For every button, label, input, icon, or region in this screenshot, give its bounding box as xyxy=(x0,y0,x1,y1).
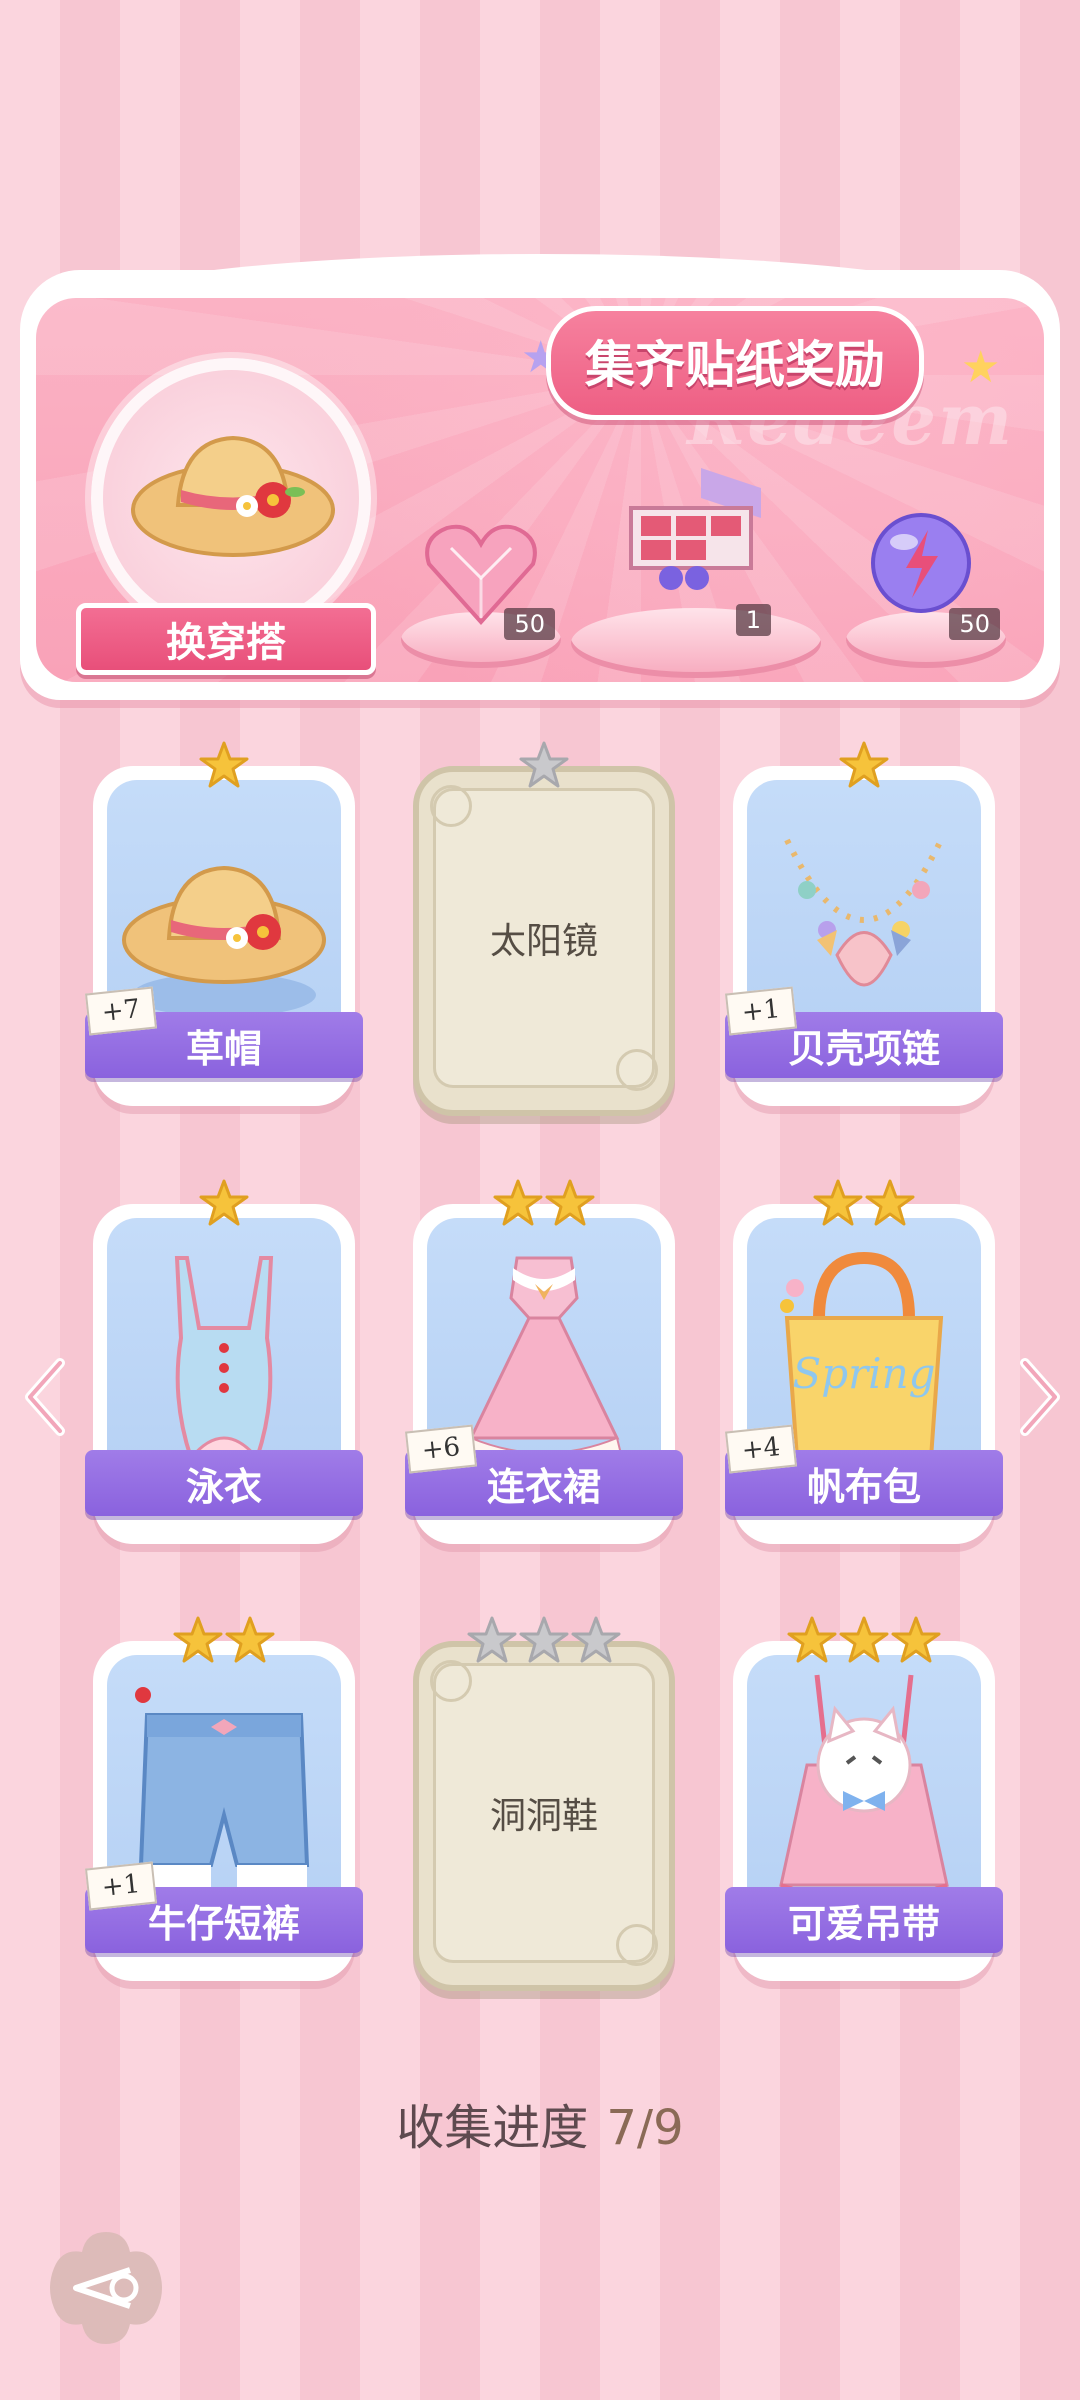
locked-sticker-placeholder: 太阳镜 xyxy=(430,785,658,1091)
star-icon xyxy=(571,1616,621,1663)
reward-heart-gem[interactable]: 50 xyxy=(401,478,561,668)
sticker-card-clogs[interactable]: 洞洞鞋 xyxy=(413,1615,675,1991)
star-icon xyxy=(199,741,249,788)
sticker-reward-panel: Redeem ★ ★ 集齐贴纸奖励 换穿搭 xyxy=(20,254,1060,700)
card-label: 太阳镜 xyxy=(489,921,598,962)
progress-label: 收集进度 xyxy=(396,2100,589,2156)
reward-title: 集齐贴纸奖励 xyxy=(546,306,924,420)
reward-banner: Redeem ★ ★ 集齐贴纸奖励 换穿搭 xyxy=(36,298,1044,682)
card-label-bar: 可爱吊带 xyxy=(725,1887,1003,1953)
gold-star-icon: ★ xyxy=(961,342,1001,393)
star-icon xyxy=(519,741,569,788)
svg-text:Spring: Spring xyxy=(792,1349,935,1398)
star-icon xyxy=(787,1616,837,1663)
star-icon xyxy=(173,1616,223,1663)
card-label-bar: 泳衣 xyxy=(85,1450,363,1516)
sticker-card-straw-hat[interactable]: 草帽 +7 xyxy=(84,740,363,1106)
reward-count: 50 xyxy=(949,608,1000,640)
star-rating xyxy=(733,1615,995,1671)
duplicate-count-badge: +1 xyxy=(84,1861,158,1911)
star-rating xyxy=(413,740,675,796)
star-rating xyxy=(93,1615,355,1671)
star-icon xyxy=(891,1616,941,1663)
reward-count: 50 xyxy=(504,608,555,640)
reward-count: 1 xyxy=(735,604,771,636)
swimsuit-icon xyxy=(174,1256,274,1460)
back-button[interactable] xyxy=(46,2228,166,2348)
next-page-arrow[interactable] xyxy=(1015,1355,1065,1439)
sticker-card-sunglasses[interactable]: 太阳镜 xyxy=(413,740,675,1116)
cute-camisole-icon xyxy=(779,1674,949,1902)
sticker-card-cute-camisole[interactable]: 可爱吊带 xyxy=(725,1615,1003,1981)
star-icon xyxy=(839,1616,889,1663)
star-icon xyxy=(225,1616,275,1663)
sticker-image xyxy=(747,1655,981,1923)
card-label: 帆布包 xyxy=(806,1463,921,1509)
collection-progress: 收集进度 7/9 xyxy=(0,2088,1080,2158)
gift-box-icon xyxy=(629,468,761,590)
star-icon xyxy=(199,1179,249,1226)
sticker-card-canvas-bag[interactable]: Spring 帆布包 +4 xyxy=(724,1178,1003,1544)
star-icon xyxy=(865,1179,915,1226)
progress-value: 7/9 xyxy=(606,2100,684,2156)
card-label: 泳衣 xyxy=(185,1463,262,1509)
sticker-image xyxy=(107,1218,341,1486)
card-label: 草帽 xyxy=(185,1025,262,1071)
star-icon xyxy=(813,1179,863,1226)
duplicate-count-badge: +7 xyxy=(84,986,158,1036)
prev-page-arrow[interactable] xyxy=(20,1355,70,1439)
duplicate-count-badge: +1 xyxy=(724,986,798,1036)
pedestal xyxy=(571,608,821,678)
star-icon xyxy=(467,1616,517,1663)
star-rating xyxy=(733,740,995,796)
energy-orb-icon xyxy=(871,513,971,613)
outfit-avatar[interactable] xyxy=(91,358,371,638)
duplicate-count-badge: +4 xyxy=(724,1424,798,1474)
star-icon xyxy=(493,1179,543,1226)
locked-sticker-placeholder: 洞洞鞋 xyxy=(430,1660,658,1966)
star-rating xyxy=(733,1178,995,1234)
card-label: 连衣裙 xyxy=(486,1463,601,1509)
card-label: 牛仔短裤 xyxy=(147,1900,300,1946)
star-icon xyxy=(545,1179,595,1226)
reward-energy-orb[interactable]: 50 xyxy=(846,478,1006,668)
sticker-card-dress[interactable]: 连衣裙 +6 xyxy=(404,1178,683,1544)
sticker-card-denim-shorts[interactable]: 牛仔短裤 +1 xyxy=(84,1615,363,1981)
star-icon xyxy=(519,1616,569,1663)
straw-hat-icon xyxy=(131,435,335,557)
reward-gift-box[interactable]: 1 xyxy=(571,458,821,678)
star-icon xyxy=(839,741,889,788)
star-rating xyxy=(93,1178,355,1234)
star-rating xyxy=(413,1178,675,1234)
sticker-card-swimsuit[interactable]: 泳衣 xyxy=(85,1178,363,1544)
card-label: 洞洞鞋 xyxy=(489,1796,598,1837)
star-rating xyxy=(413,1615,675,1671)
star-rating xyxy=(93,740,355,796)
card-label: 贝壳项链 xyxy=(787,1025,940,1071)
card-label: 可爱吊带 xyxy=(787,1900,940,1946)
duplicate-count-badge: +6 xyxy=(404,1424,478,1474)
sticker-card-shell-necklace[interactable]: 贝壳项链 +1 xyxy=(724,740,1003,1106)
change-outfit-button[interactable]: 换穿搭 xyxy=(76,603,376,675)
